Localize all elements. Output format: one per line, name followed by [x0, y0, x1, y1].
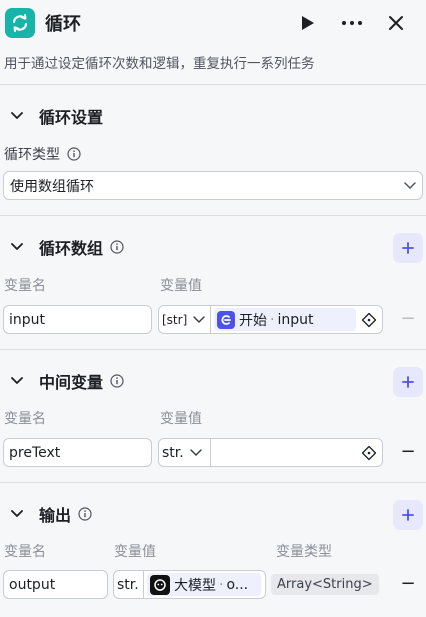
variable-value-input[interactable]: [str] 开始 · input [158, 305, 383, 334]
reference-variable: input [277, 311, 314, 328]
reference-separator: · [270, 311, 275, 328]
variable-value-input[interactable]: str. [158, 438, 383, 467]
plus-icon [402, 509, 414, 521]
plus-icon [402, 242, 414, 254]
variable-reference[interactable]: 大模型 · o... [147, 573, 261, 596]
run-button[interactable] [286, 3, 330, 43]
type-value: str. [162, 444, 184, 461]
output-section: 输出 变量名 变量值 变量类型 output str. 大模型 · o... A… [0, 483, 426, 617]
variable-reference[interactable]: 开始 · input [214, 308, 356, 331]
variable-name-label: 变量名 [4, 411, 46, 427]
close-button[interactable] [374, 3, 418, 43]
node-title: 循环 [45, 14, 81, 35]
start-node-icon [217, 310, 235, 329]
section-title: 中间变量 [39, 373, 104, 392]
variable-picker-icon[interactable] [361, 445, 377, 461]
output-header[interactable]: 输出 [4, 483, 423, 545]
variable-type-label: 变量类型 [276, 544, 332, 560]
variable-name-label: 变量名 [4, 544, 46, 560]
variable-picker-icon[interactable] [361, 312, 377, 328]
type-select[interactable]: str. [159, 439, 211, 466]
variable-type-tag: Array<String> [271, 574, 379, 595]
variable-value-label: 变量值 [160, 411, 202, 427]
output-name-value: output [9, 576, 56, 593]
plus-icon [402, 376, 414, 388]
output-value-input[interactable]: str. 大模型 · o... [113, 570, 266, 599]
variable-name-label: 变量名 [4, 278, 46, 294]
info-icon[interactable] [77, 506, 93, 522]
info-icon[interactable] [109, 239, 125, 255]
reference-variable: o... [226, 576, 249, 593]
section-title: 循环设置 [39, 108, 104, 127]
output-name-input[interactable]: output [3, 570, 108, 599]
add-output-button[interactable] [393, 500, 423, 530]
more-button[interactable] [330, 3, 374, 43]
llm-node-icon [150, 574, 170, 595]
chevron-down-icon [189, 448, 202, 456]
variable-value-label: 变量值 [114, 544, 156, 560]
loop-settings-section: 循环设置 循环类型 使用数组循环 [0, 85, 426, 215]
remove-output-button[interactable]: − [398, 573, 418, 594]
variable-value-label: 变量值 [160, 278, 202, 294]
loop-type-select[interactable]: 使用数组循环 [3, 171, 423, 200]
type-value: [str] [162, 312, 188, 327]
variable-name-value: input [9, 311, 46, 328]
chevron-down-icon[interactable] [8, 107, 26, 125]
loop-type-label: 循环类型 [4, 147, 60, 163]
chevron-down-icon[interactable] [8, 238, 26, 256]
add-variable-button[interactable] [393, 367, 423, 397]
variable-name-input[interactable]: input [3, 305, 152, 334]
reference-separator: · [219, 576, 224, 593]
reference-node: 开始 [239, 312, 267, 329]
chevron-down-icon [404, 181, 416, 189]
info-icon[interactable] [109, 373, 125, 389]
type-select[interactable]: [str] [159, 306, 211, 333]
loop-array-section: 循环数组 变量名 变量值 input [str] 开始 · input − [0, 216, 426, 349]
info-icon[interactable] [66, 146, 82, 162]
node-header: 循环 [0, 0, 426, 46]
reference-node: 大模型 [174, 577, 216, 594]
section-title: 输出 [39, 506, 72, 525]
variable-name-input[interactable]: preText [3, 438, 152, 467]
loop-array-header[interactable]: 循环数组 [4, 216, 423, 278]
intermediate-variable-header[interactable]: 中间变量 [4, 350, 423, 412]
close-icon [389, 16, 403, 30]
remove-variable-button[interactable]: − [398, 308, 418, 329]
remove-variable-button[interactable]: − [398, 441, 418, 462]
loop-type-value: 使用数组循环 [10, 178, 94, 195]
type-select[interactable]: str. [114, 571, 144, 598]
intermediate-variable-section: 中间变量 变量名 变量值 preText str. − [0, 350, 426, 482]
play-icon [302, 16, 314, 30]
node-description: 用于通过设定循环次数和逻辑，重复执行一系列任务 [4, 56, 315, 72]
more-icon [342, 21, 362, 25]
section-title: 循环数组 [39, 239, 104, 258]
loop-settings-header[interactable]: 循环设置 [4, 85, 422, 147]
loop-icon [5, 8, 35, 38]
type-value: str. [117, 576, 139, 593]
chevron-down-icon[interactable] [8, 372, 26, 390]
chevron-down-icon[interactable] [8, 505, 26, 523]
variable-name-value: preText [9, 444, 61, 461]
chevron-down-icon [193, 315, 206, 323]
add-variable-button[interactable] [393, 233, 423, 263]
